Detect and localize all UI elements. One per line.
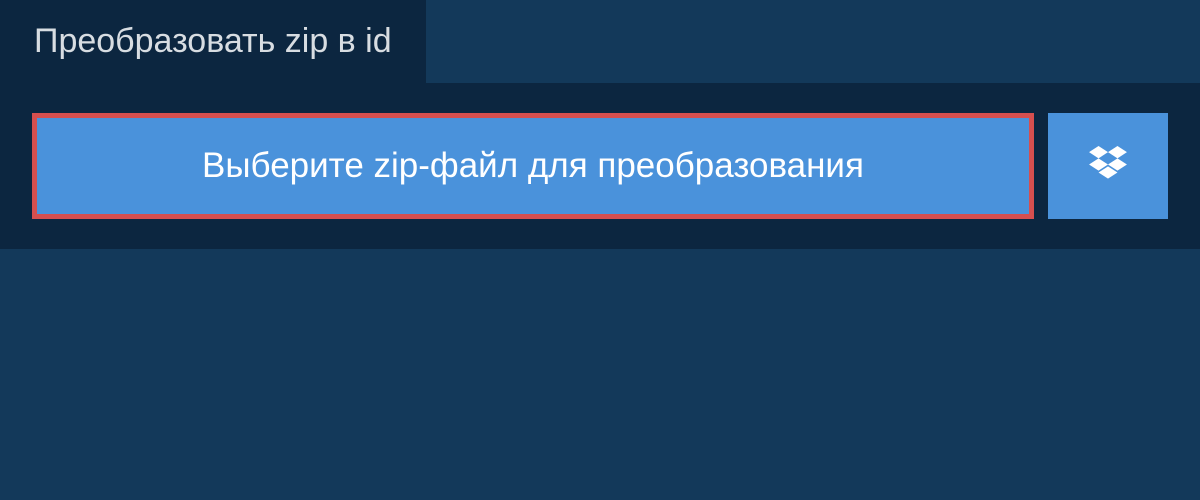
- dropbox-button[interactable]: [1048, 113, 1168, 219]
- tab-convert[interactable]: Преобразовать zip в id: [0, 0, 426, 83]
- dropbox-icon: [1089, 146, 1127, 187]
- select-file-label: Выберите zip-файл для преобразования: [202, 146, 864, 186]
- upload-panel: Выберите zip-файл для преобразования: [0, 83, 1200, 249]
- tab-label: Преобразовать zip в id: [34, 22, 392, 60]
- tab-bar: Преобразовать zip в id: [0, 0, 1200, 83]
- select-file-button[interactable]: Выберите zip-файл для преобразования: [32, 113, 1034, 219]
